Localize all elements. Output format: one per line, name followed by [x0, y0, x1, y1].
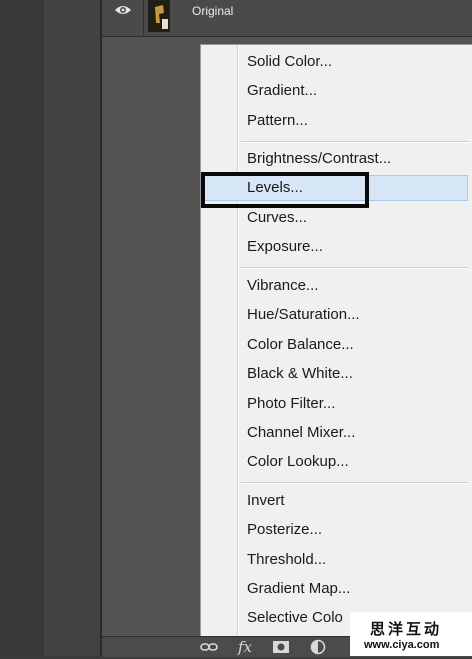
- menu-item-pattern[interactable]: Pattern...: [203, 108, 471, 134]
- menu-item-invert[interactable]: Invert: [203, 488, 471, 514]
- menu-item-gradient[interactable]: Gradient...: [203, 78, 471, 104]
- watermark-chinese: 思洋互动: [370, 620, 443, 638]
- menu-separator: [241, 482, 469, 484]
- menu-item-gradient-map[interactable]: Gradient Map...: [203, 576, 471, 602]
- menu-item-channel-mixer[interactable]: Channel Mixer...: [203, 420, 471, 446]
- watermark: 思洋互动 www.ciya.com: [350, 612, 472, 656]
- menu-item-color-lookup[interactable]: Color Lookup...: [203, 449, 471, 475]
- menu-item-curves[interactable]: Curves...: [203, 205, 471, 231]
- adjustment-layer-menu: Solid Color... Gradient... Pattern... Br…: [200, 44, 472, 636]
- layer-visibility-toggle[interactable]: [102, 0, 144, 36]
- link-icon[interactable]: [200, 639, 218, 655]
- menu-item-solid-color[interactable]: Solid Color...: [203, 49, 471, 75]
- menu-item-photo-filter[interactable]: Photo Filter...: [203, 391, 471, 417]
- left-dark-strip: [0, 0, 44, 656]
- mask-icon[interactable]: [272, 639, 290, 655]
- menu-item-black-white[interactable]: Black & White...: [203, 361, 471, 387]
- menu-item-vibrance[interactable]: Vibrance...: [203, 273, 471, 299]
- menu-item-exposure[interactable]: Exposure...: [203, 234, 471, 260]
- menu-separator: [241, 267, 469, 269]
- menu-item-levels[interactable]: Levels...: [203, 175, 468, 201]
- menu-item-hue-saturation[interactable]: Hue/Saturation...: [203, 302, 471, 328]
- menu-item-color-balance[interactable]: Color Balance...: [203, 332, 471, 358]
- menu-item-posterize[interactable]: Posterize...: [203, 517, 471, 543]
- menu-item-brightness-contrast[interactable]: Brightness/Contrast...: [203, 146, 471, 172]
- layer-thumbnail: [148, 0, 170, 32]
- fx-icon[interactable]: fx: [238, 639, 252, 655]
- adjustment-layer-icon[interactable]: [310, 639, 326, 655]
- layer-name: Original: [192, 4, 234, 18]
- menu-item-threshold[interactable]: Threshold...: [203, 547, 471, 573]
- layer-row-original[interactable]: Original: [102, 0, 472, 37]
- eye-icon: [115, 6, 131, 14]
- left-panel-strip: [44, 0, 100, 656]
- menu-separator: [241, 141, 469, 143]
- watermark-url: www.ciya.com: [364, 639, 440, 651]
